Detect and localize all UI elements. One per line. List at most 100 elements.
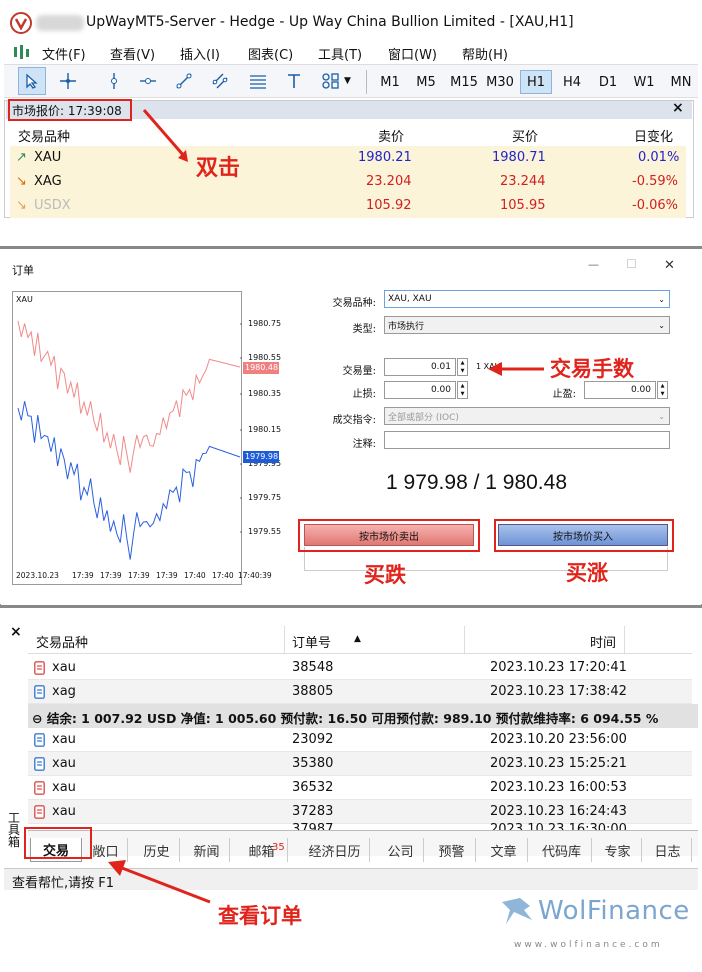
chart-icon	[12, 43, 30, 61]
order-symbol: xau	[52, 660, 76, 675]
volume-value: 0.01	[430, 362, 451, 372]
quote-row-usdx[interactable]: ↘ USDX 105.92 105.95 -0.06%	[10, 194, 686, 218]
menu-view[interactable]: 查看(V)	[110, 44, 155, 63]
menu-chart[interactable]: 图表(C)	[248, 44, 293, 63]
status-text: 查看帮忙,请按 F1	[12, 876, 115, 891]
arrow-up-icon: ↗	[16, 150, 27, 165]
timeframe-w1[interactable]: W1	[628, 70, 660, 94]
order-time: 2023.10.23 17:38:42	[490, 684, 627, 699]
table-row[interactable]: xau 23092 2023.10.20 23:56:00	[28, 728, 692, 752]
take-profit-stepper[interactable]: ▲ ▼	[657, 381, 668, 399]
symbol-label: 交易品种:	[332, 298, 376, 309]
annotation-box-market-title	[8, 99, 132, 121]
market-watch-close-button[interactable]: ×	[672, 100, 684, 116]
market-watch-column-headers: 交易品种 卖价 买价 日变化	[10, 122, 686, 146]
menu-tools[interactable]: 工具(T)	[318, 44, 362, 63]
annotation-buy: 买涨	[566, 561, 608, 585]
order-dialog: 订单 — ☐ ✕ XAU 1980.75 1980.55 1980.35 1980.1…	[0, 249, 702, 604]
time-tick-label: 17:39	[128, 571, 150, 580]
timeframe-m15[interactable]: M15	[446, 70, 482, 94]
order-number: 38548	[292, 660, 334, 675]
vertical-line-button[interactable]	[100, 64, 128, 98]
timeframe-h1[interactable]: H1	[520, 70, 552, 94]
quote-change: 0.01%	[638, 150, 680, 165]
minimize-button[interactable]: —	[588, 258, 599, 271]
order-doc-icon	[34, 781, 45, 799]
tab-economic-calendar[interactable]: 经济日历	[300, 838, 370, 862]
order-symbol: xag	[52, 684, 76, 699]
tab-experts[interactable]: 专家	[594, 838, 642, 862]
quote-symbol: XAG	[34, 174, 62, 189]
header-bid[interactable]: 卖价	[378, 126, 404, 145]
header-time[interactable]: 时间	[590, 632, 616, 651]
header-ask[interactable]: 买价	[512, 126, 538, 145]
tab-company[interactable]: 公司	[378, 838, 424, 862]
timeframe-d1[interactable]: D1	[592, 70, 624, 94]
arrow-down-icon: ↘	[16, 198, 27, 213]
timeframe-m5[interactable]: M5	[410, 70, 442, 94]
header-change[interactable]: 日变化	[634, 126, 673, 145]
sort-ascending-icon[interactable]: ▲	[354, 634, 361, 644]
tab-alerts[interactable]: 预警	[428, 838, 476, 862]
annotation-view-orders: 查看订单	[218, 904, 302, 928]
trade-table-header: 交易品种 订单号 ▲ 时间	[28, 626, 692, 654]
cursor-tool-button[interactable]	[18, 67, 46, 95]
close-button[interactable]: ✕	[664, 258, 675, 273]
chevron-down-icon: ⌄	[658, 320, 665, 330]
order-number: 38805	[292, 684, 334, 699]
toolbox-close-button[interactable]: ×	[10, 624, 22, 640]
table-row[interactable]: xag 38805 2023.10.23 17:38:42	[28, 680, 692, 704]
table-row[interactable]: xau 36532 2023.10.23 16:00:53	[28, 776, 692, 800]
header-symbol[interactable]: 交易品种	[18, 126, 70, 145]
fibonacci-button[interactable]	[244, 64, 272, 98]
volume-stepper[interactable]: ▲ ▼	[457, 358, 468, 376]
channel-icon	[212, 73, 228, 89]
toolbox-side-label: 工具箱	[8, 811, 21, 849]
comment-label: 注释:	[352, 439, 376, 450]
stop-loss-input[interactable]: 0.00	[384, 381, 456, 399]
comment-input[interactable]	[384, 431, 670, 449]
timeframe-mn[interactable]: MN	[664, 70, 698, 94]
header-order[interactable]: 订单号	[292, 632, 331, 651]
horizontal-line-button[interactable]	[134, 64, 162, 98]
channel-button[interactable]	[206, 64, 234, 98]
header-symbol[interactable]: 交易品种	[36, 632, 88, 651]
stop-loss-stepper[interactable]: ▲ ▼	[457, 381, 468, 399]
tab-articles[interactable]: 文章	[480, 838, 528, 862]
column-divider	[284, 626, 285, 654]
shapes-dropdown-button[interactable]: ▼	[314, 64, 358, 98]
tab-code-base[interactable]: 代码库	[532, 838, 592, 862]
table-row[interactable]: xau 35380 2023.10.23 15:25:21	[28, 752, 692, 776]
text-tool-button[interactable]	[280, 64, 308, 98]
price-tick-label: 1980.15	[248, 425, 282, 434]
menu-file[interactable]: 文件(F)	[42, 44, 86, 63]
annotation-arrow-view-orders	[108, 860, 211, 904]
crosshair-tool-button[interactable]	[54, 64, 82, 98]
fill-policy-select[interactable]: 全部或部分 (IOC) ⌄	[384, 407, 670, 425]
timeframe-m1[interactable]: M1	[374, 70, 406, 94]
quote-row-xau[interactable]: ↗ XAU 1980.21 1980.71 0.01%	[10, 146, 686, 170]
time-tick-label: 17:39	[156, 571, 178, 580]
timeframe-h4[interactable]: H4	[556, 70, 588, 94]
maximize-button[interactable]: ☐	[626, 257, 637, 271]
arrow-down-icon: ↘	[16, 174, 27, 189]
volume-input[interactable]: 0.01	[384, 358, 456, 376]
quote-symbol: USDX	[34, 198, 71, 213]
menu-help[interactable]: 帮助(H)	[462, 44, 508, 63]
watermark-url: www.wolfinance.com	[514, 940, 663, 950]
symbol-select-value: XAU, XAU	[388, 294, 432, 304]
timeframe-m30[interactable]: M30	[482, 70, 518, 94]
trendline-button[interactable]	[170, 64, 198, 98]
annotation-double-click: 双击	[196, 156, 241, 181]
table-row[interactable]: xau 38548 2023.10.23 17:20:41	[28, 656, 692, 680]
quote-row-xag[interactable]: ↘ XAG 23.204 23.244 -0.59%	[10, 170, 686, 194]
table-row[interactable]: xau 37283 2023.10.23 16:24:43	[28, 800, 692, 824]
menu-window[interactable]: 窗口(W)	[388, 44, 437, 63]
menu-insert[interactable]: 插入(I)	[180, 44, 220, 63]
symbol-select[interactable]: XAU, XAU ⌄	[384, 290, 670, 308]
window-title: UpWayMT5-Server - Hedge - Up Way China B…	[86, 14, 574, 30]
take-profit-input[interactable]: 0.00	[584, 381, 656, 399]
time-tick-label: 17:39	[100, 571, 122, 580]
type-select[interactable]: 市场执行 ⌄	[384, 316, 670, 334]
tab-journal[interactable]: 日志	[644, 838, 692, 862]
